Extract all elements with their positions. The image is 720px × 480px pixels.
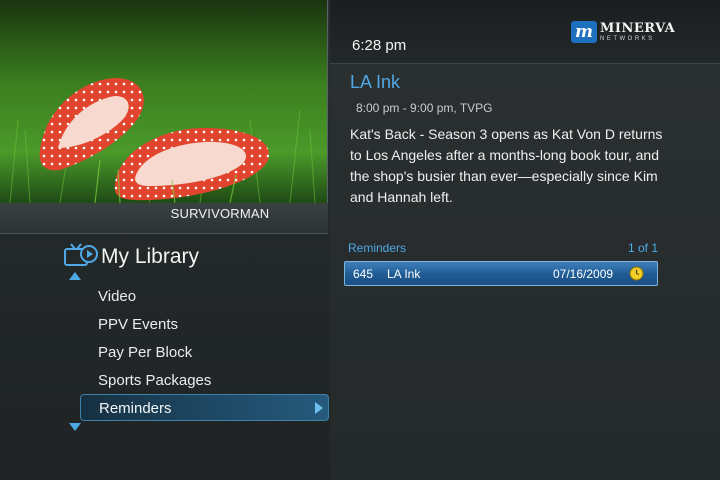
logo-name: MINERVA bbox=[600, 21, 676, 36]
shoes-in-grass-image bbox=[0, 0, 327, 203]
chevron-right-icon bbox=[315, 402, 323, 414]
clock-icon bbox=[629, 266, 644, 281]
reminder-row[interactable]: 645 LA Ink 07/16/2009 bbox=[344, 261, 658, 286]
library-title: My Library bbox=[101, 245, 200, 268]
preview-channel-caption: SURVIVORMAN bbox=[170, 206, 270, 221]
menu-item-pay-per-block[interactable]: Pay Per Block bbox=[98, 344, 192, 361]
clock-time: 6:28 pm bbox=[352, 37, 407, 54]
library-tv-icon bbox=[64, 243, 98, 266]
logo-subtitle: NETWORKS bbox=[600, 36, 655, 42]
minerva-logo-mark: m bbox=[571, 21, 597, 43]
menu-item-reminders-label: Reminders bbox=[99, 400, 172, 417]
program-time-rating: 8:00 pm - 9:00 pm, TVPG bbox=[356, 101, 493, 115]
scroll-up-icon[interactable] bbox=[69, 272, 81, 280]
reminder-title: LA Ink bbox=[387, 267, 421, 281]
reminders-header: Reminders bbox=[348, 241, 407, 255]
program-description: Kat's Back - Season 3 opens as Kat Von D… bbox=[350, 126, 663, 205]
reminder-channel: 645 bbox=[353, 267, 374, 281]
menu-item-reminders[interactable]: Reminders bbox=[80, 394, 329, 421]
program-title: LA Ink bbox=[350, 72, 401, 92]
menu-item-ppv-events[interactable]: PPV Events bbox=[98, 316, 178, 333]
scroll-down-icon[interactable] bbox=[69, 423, 81, 431]
menu-item-video[interactable]: Video bbox=[98, 288, 136, 305]
minerva-logo: m MINERVA NETWORKS bbox=[571, 20, 675, 44]
reminders-page-count: 1 of 1 bbox=[627, 241, 658, 255]
video-preview bbox=[0, 0, 328, 203]
menu-item-sports-packages[interactable]: Sports Packages bbox=[98, 372, 211, 389]
reminder-date: 07/16/2009 bbox=[553, 267, 614, 281]
